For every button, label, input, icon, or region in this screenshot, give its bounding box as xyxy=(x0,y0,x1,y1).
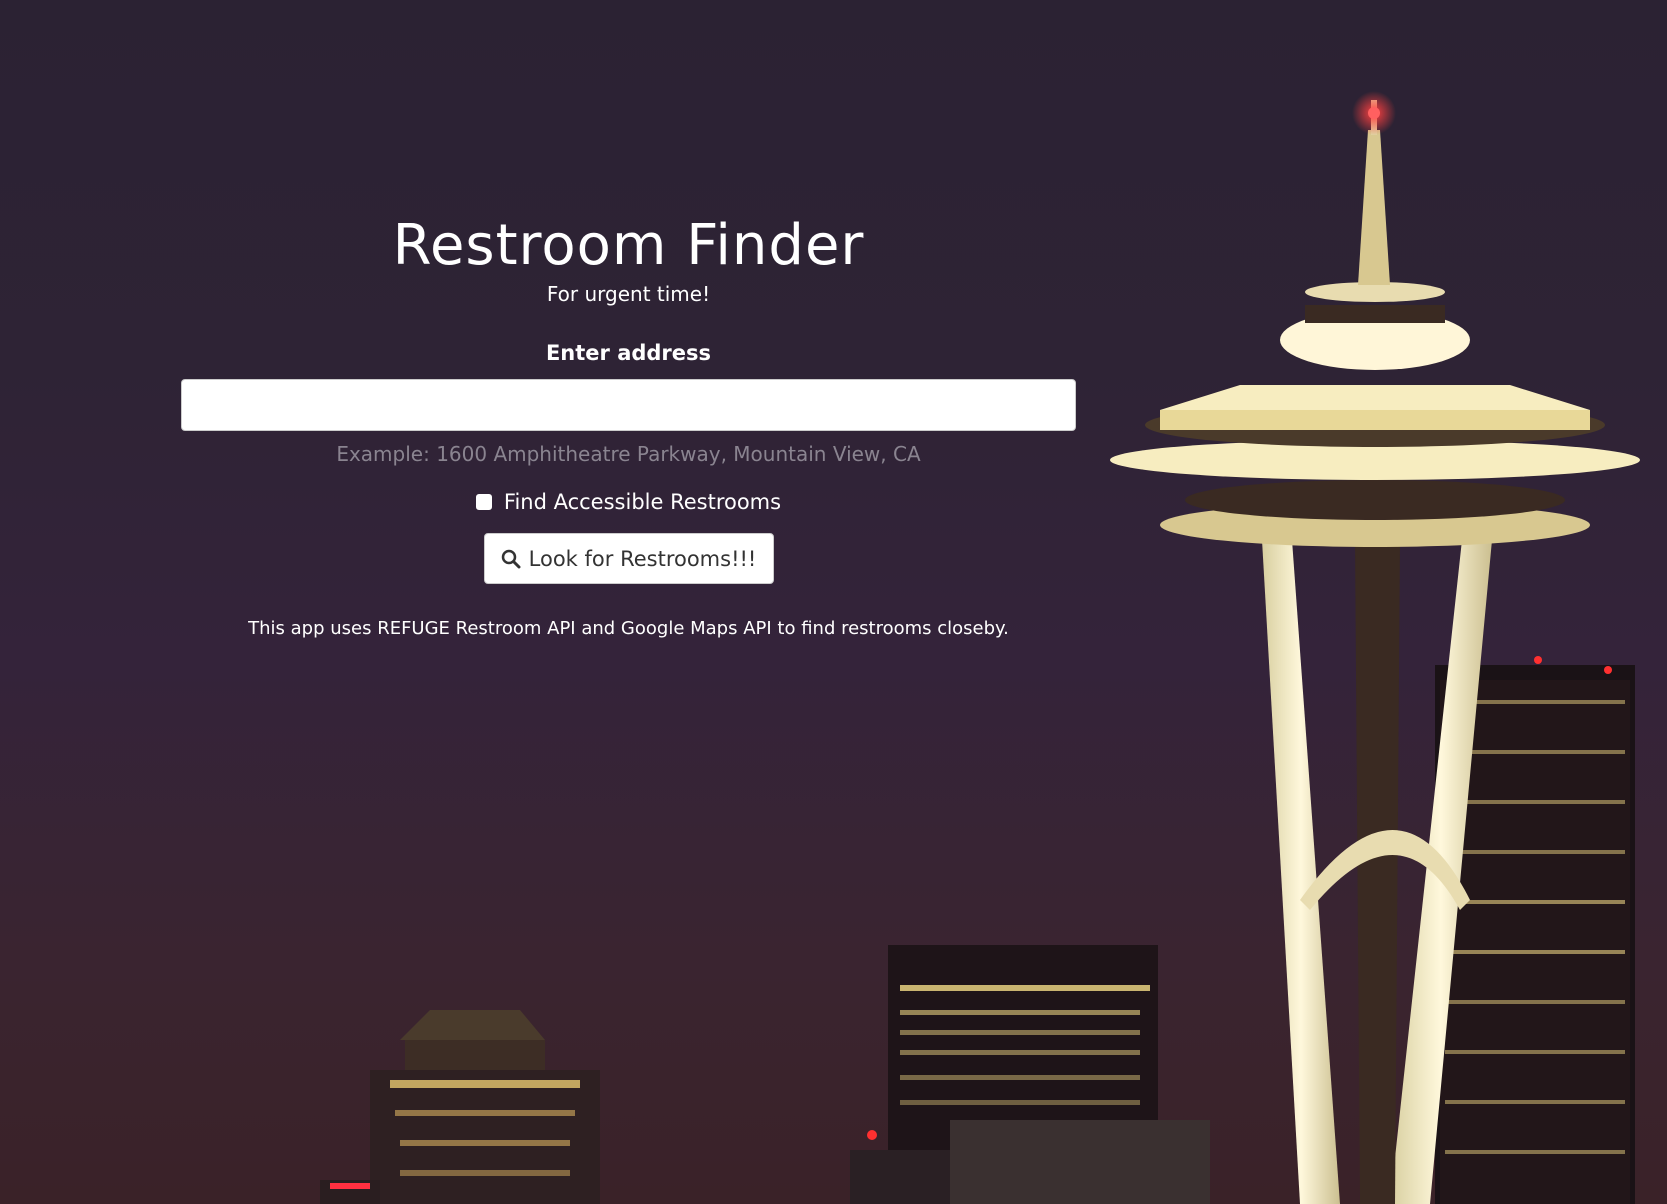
left-building xyxy=(320,1010,600,1204)
page-subtitle: For urgent time! xyxy=(546,282,711,306)
accessible-checkbox-label: Find Accessible Restrooms xyxy=(503,490,782,514)
accessible-checkbox[interactable] xyxy=(475,494,492,510)
address-help-text: Example: 1600 Amphitheatre Parkway, Moun… xyxy=(336,442,921,466)
api-credits-text: This app uses REFUGE Restroom API and Go… xyxy=(248,618,1009,639)
accessible-restrooms-option[interactable]: Find Accessible Restrooms xyxy=(181,489,1076,515)
address-input[interactable] xyxy=(181,379,1076,431)
look-for-restrooms-button[interactable]: Look for Restrooms!!! xyxy=(483,533,774,584)
search-button-label: Look for Restrooms!!! xyxy=(528,546,757,571)
middle-building xyxy=(850,945,1210,1204)
address-label: Enter address xyxy=(545,341,712,365)
main-panel: Restroom Finder For urgent time! Enter a… xyxy=(181,214,1076,641)
page-title: Restroom Finder xyxy=(392,213,865,278)
search-icon xyxy=(501,549,521,568)
